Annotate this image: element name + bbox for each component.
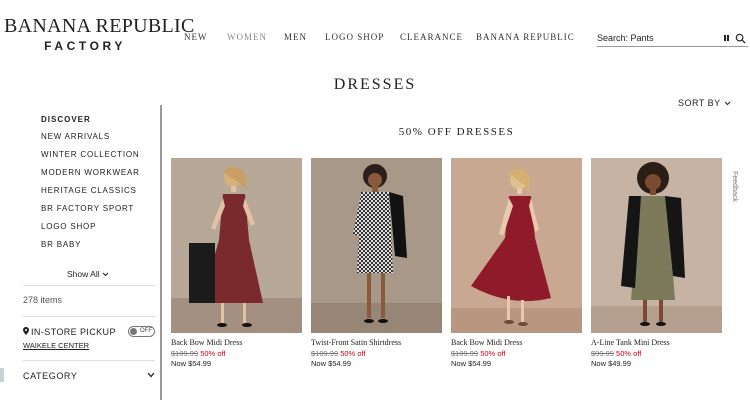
category-label: CATEGORY	[23, 371, 78, 381]
toggle-label: OFF	[140, 328, 152, 334]
divider	[23, 360, 155, 361]
product-price: $109.99 50% off	[171, 349, 226, 358]
toggle-knob	[130, 328, 137, 335]
brand-logo[interactable]: BANANA REPUBLIC FACTORY	[4, 15, 195, 53]
chevron-down-icon	[147, 372, 155, 378]
pickup-toggle[interactable]: OFF	[128, 326, 155, 337]
chevron-down-icon	[102, 272, 109, 277]
nav-logo-shop[interactable]: LOGO SHOP	[325, 32, 384, 42]
nav-women[interactable]: WOMEN	[227, 32, 267, 42]
sale-price: Now $54.99	[171, 359, 212, 368]
sidebar-link-br-factory-sport[interactable]: BR FACTORY SPORT	[41, 204, 134, 213]
product-image[interactable]	[591, 158, 722, 333]
sidebar-link-winter-collection[interactable]: WINTER COLLECTION	[41, 150, 140, 159]
sale-price: Now $49.99	[591, 359, 632, 368]
site-header: BANANA REPUBLIC FACTORY NEW WOMEN MEN LO…	[0, 0, 750, 66]
sidebar-link-new-arrivals[interactable]: NEW ARRIVALS	[41, 132, 110, 141]
product-name[interactable]: A-Line Tank Mini Dress	[591, 338, 670, 347]
feedback-label: Feedback	[730, 171, 738, 202]
search-icon[interactable]	[735, 33, 746, 44]
discover-heading: DISCOVER	[41, 115, 91, 124]
discount-label: 50% off	[480, 349, 506, 358]
category-filter[interactable]: CATEGORY	[23, 371, 155, 381]
in-store-pickup: IN-STORE PICKUP	[23, 327, 116, 337]
store-link[interactable]: WAIKELE CENTER	[23, 341, 89, 350]
discount-label: 50% off	[340, 349, 366, 358]
product-image[interactable]	[451, 158, 582, 333]
sidebar-link-modern-workwear[interactable]: MODERN WORKWEAR	[41, 168, 140, 177]
product-price: $99.99 50% off	[591, 349, 641, 358]
original-price: $109.99	[171, 349, 199, 358]
sale-price: Now $54.99	[451, 359, 492, 368]
logo-line2: FACTORY	[44, 39, 126, 53]
chevron-down-icon	[724, 101, 730, 106]
discount-label: 50% off	[616, 349, 642, 358]
discount-label: 50% off	[200, 349, 226, 358]
sidebar-divider	[160, 105, 162, 400]
divider	[23, 285, 155, 286]
product-price: $109.99 50% off	[451, 349, 506, 358]
sort-by-button[interactable]: SORT BY	[678, 98, 731, 108]
pause-icon[interactable]	[724, 35, 729, 42]
feedback-tab[interactable]: Feedback	[731, 165, 747, 215]
original-price: $109.99	[451, 349, 479, 358]
scroll-edge	[0, 368, 4, 382]
sort-by-label: SORT BY	[678, 98, 721, 108]
search-bar	[597, 31, 748, 47]
show-all-button[interactable]: Show All	[67, 269, 109, 279]
product-image[interactable]	[171, 158, 302, 333]
sale-price: Now $54.99	[311, 359, 352, 368]
sidebar-link-logo-shop[interactable]: LOGO SHOP	[41, 222, 96, 231]
page-title: DRESSES	[333, 76, 417, 93]
show-all-label: Show All	[67, 269, 100, 279]
location-pin-icon	[23, 327, 29, 335]
pickup-label: IN-STORE PICKUP	[31, 327, 116, 337]
product-price: $109.99 50% off	[311, 349, 366, 358]
items-count: 278 items	[23, 295, 63, 305]
product-name[interactable]: Back Bow Midi Dress	[171, 338, 242, 347]
logo-line1: BANANA REPUBLIC	[4, 15, 195, 37]
sidebar-link-br-baby[interactable]: BR BABY	[41, 240, 81, 249]
product-name[interactable]: Back Bow Midi Dress	[451, 338, 522, 347]
original-price: $109.99	[311, 349, 339, 358]
search-input[interactable]	[597, 33, 717, 43]
promo-heading: 50% OFF DRESSES	[398, 126, 515, 138]
nav-banana-republic[interactable]: BANANA REPUBLIC	[476, 32, 575, 42]
product-image[interactable]	[311, 158, 442, 333]
original-price: $99.99	[591, 349, 614, 358]
sidebar-link-heritage-classics[interactable]: HERITAGE CLASSICS	[41, 186, 137, 195]
nav-clearance[interactable]: CLEARANCE	[400, 32, 463, 42]
product-name[interactable]: Twist-Front Satin Shirtdress	[311, 338, 401, 347]
nav-new[interactable]: NEW	[184, 32, 208, 42]
divider	[23, 316, 155, 317]
nav-men[interactable]: MEN	[284, 32, 307, 42]
